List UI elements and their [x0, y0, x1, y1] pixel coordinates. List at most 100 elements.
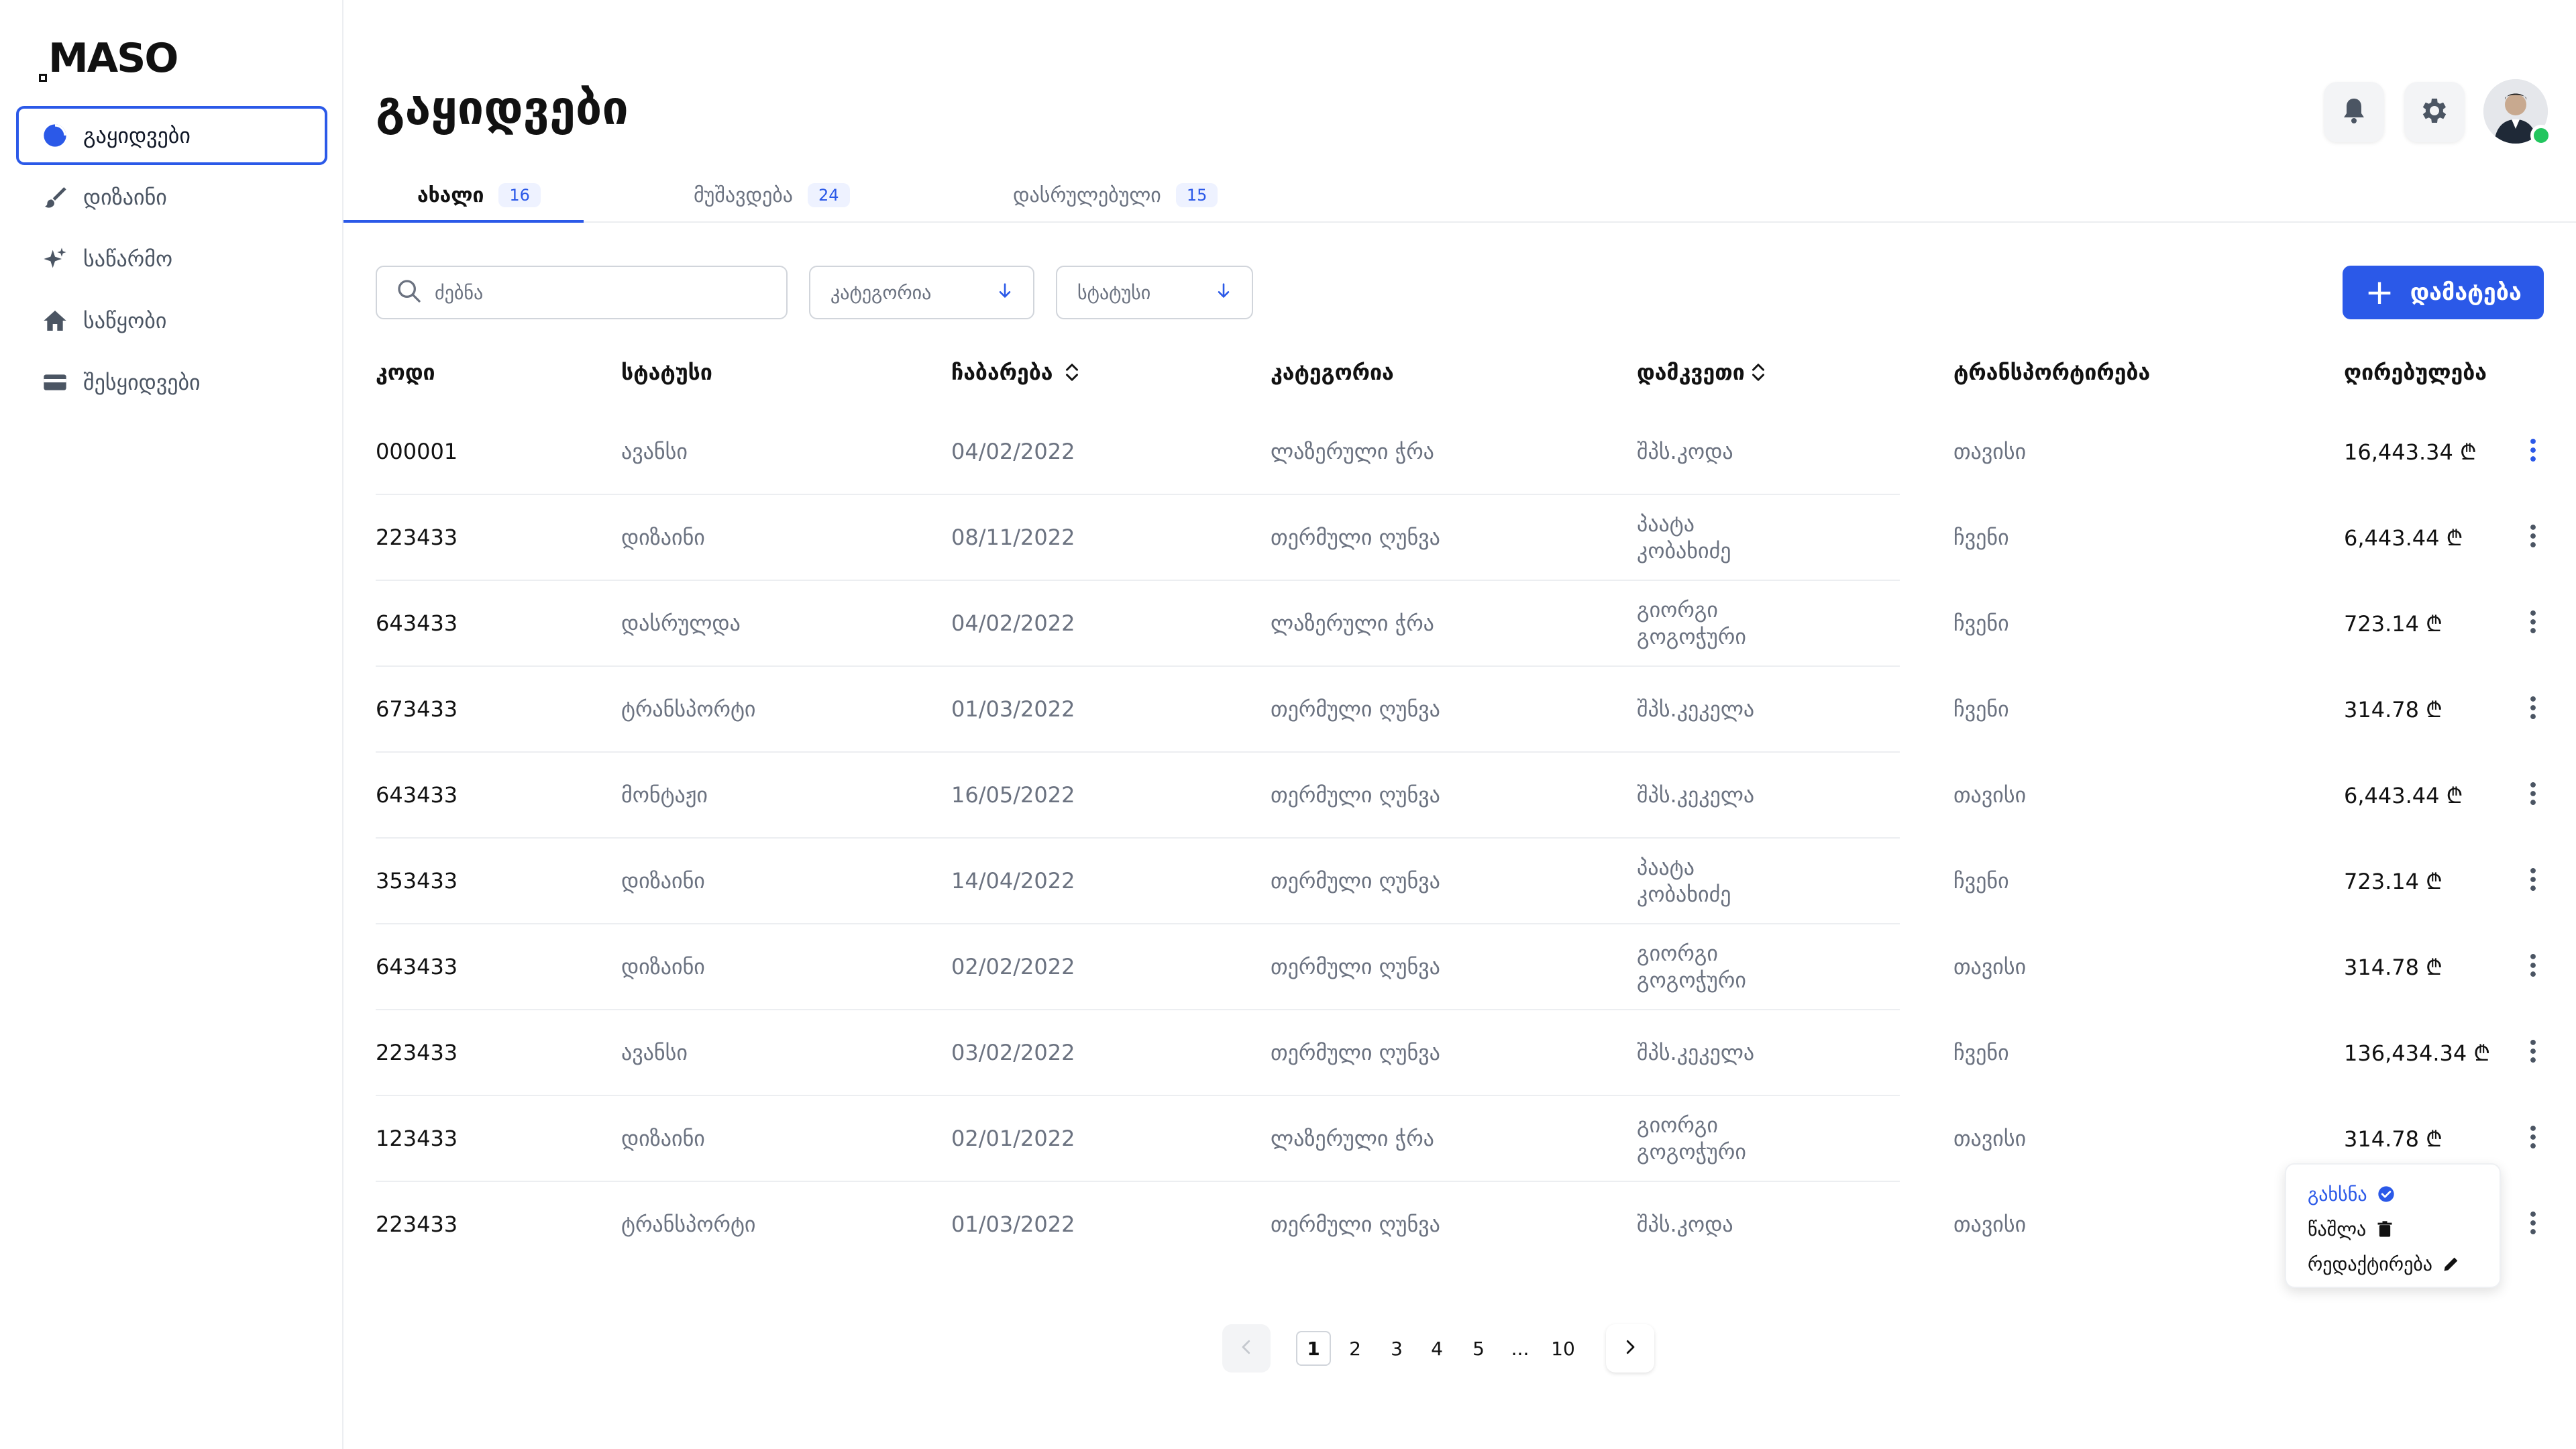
next-page-button[interactable]: [1606, 1324, 1654, 1373]
settings-button[interactable]: [2404, 82, 2465, 142]
row-actions-button[interactable]: [2517, 581, 2549, 665]
table-row[interactable]: 000001 ავანსი 04/02/2022 ლაზერული ჭრა შპს.კო…: [376, 409, 2549, 495]
column-header-transport: ტრანსპორტირება: [1953, 360, 2150, 385]
cell-date: 14/04/2022: [951, 868, 1075, 894]
tab-new[interactable]: ახალი 16: [417, 168, 541, 223]
cell-customer: გიორგი გოგოჭური: [1637, 1112, 1746, 1165]
menu-item-open[interactable]: გახსნა: [2308, 1177, 2500, 1212]
arrow-down-icon: [1214, 281, 1233, 305]
table-row[interactable]: 353433 დიზაინი 14/04/2022 თერმული ღუნვა პაატ…: [376, 839, 2549, 924]
cell-code: 643433: [376, 610, 458, 636]
avatar[interactable]: [2483, 79, 2552, 146]
page-button[interactable]: 2: [1338, 1331, 1373, 1366]
prev-page-button[interactable]: [1222, 1324, 1271, 1373]
table-row[interactable]: 223433 ტრანსპორტი 01/03/2022 თერმული ღუნვა შ…: [376, 1182, 2549, 1268]
cell-customer: პაატა კობახიძე: [1637, 855, 1731, 907]
tab-count-badge: 24: [808, 183, 850, 207]
sidebar-item-production[interactable]: საწარმო: [16, 229, 327, 288]
cell-price: 723.14 ₾: [2344, 868, 2443, 894]
cell-customer: პაატა კობახიძე: [1637, 511, 1731, 564]
logo[interactable]: MASO: [39, 35, 178, 82]
tab-count-badge: 15: [1175, 183, 1218, 207]
table-row[interactable]: 643433 მონტაჟი 16/05/2022 თერმული ღუნვა შპს.…: [376, 753, 2549, 839]
sidebar-item-warehouse[interactable]: საწყობი: [16, 291, 327, 350]
cell-status: ტრანსპორტი: [621, 696, 756, 722]
cell-date: 01/03/2022: [951, 696, 1075, 722]
column-header-customer[interactable]: დამკვეთი: [1637, 360, 1766, 385]
table-row[interactable]: 223433 დიზაინი 08/11/2022 თერმული ღუნვა პაატ…: [376, 495, 2549, 581]
sort-icon[interactable]: [1750, 362, 1766, 382]
cell-date: 02/02/2022: [951, 954, 1075, 979]
row-actions-button[interactable]: [2517, 409, 2549, 494]
tab-completed[interactable]: დასრულებული 15: [1013, 168, 1218, 223]
more-vertical-icon: [2530, 953, 2536, 980]
column-header-status: სტატუსი: [621, 360, 712, 385]
search-box[interactable]: [376, 266, 788, 319]
row-actions-button[interactable]: [2517, 1182, 2549, 1267]
sidebar-item-label: დიზაინი: [83, 184, 167, 210]
page-title: გაყიდვები: [376, 80, 629, 136]
cell-customer: შპს.კოდა: [1637, 1212, 1733, 1237]
category-filter-label: კატეგორია: [830, 281, 932, 304]
cell-price: 136,434.34 ₾: [2344, 1040, 2491, 1066]
cell-category: თერმული ღუნვა: [1271, 525, 1440, 550]
cell-category: თერმული ღუნვა: [1271, 1040, 1440, 1065]
page-button[interactable]: 10: [1543, 1331, 1583, 1366]
table-row[interactable]: 123433 დიზაინი 02/01/2022 ლაზერული ჭრა გიორგ…: [376, 1096, 2549, 1182]
active-tab-indicator: [343, 220, 584, 223]
logo-mark-icon: [39, 74, 47, 82]
cell-price: 314.78 ₾: [2344, 954, 2443, 980]
cell-category: ლაზერული ჭრა: [1271, 610, 1434, 636]
cell-category: თერმული ღუნვა: [1271, 868, 1440, 894]
cell-transport: თავისი: [1953, 782, 2027, 808]
row-actions-button[interactable]: [2517, 1096, 2549, 1181]
row-actions-button[interactable]: [2517, 839, 2549, 923]
row-actions-button[interactable]: [2517, 667, 2549, 751]
table-row[interactable]: 643433 დასრულდა 04/02/2022 ლაზერული ჭრა გიორ…: [376, 581, 2549, 667]
cell-transport: ჩვენი: [1953, 610, 2009, 636]
column-header-label: ტრანსპორტირება: [1953, 360, 2151, 385]
search-input[interactable]: [435, 281, 757, 304]
notifications-button[interactable]: [2324, 82, 2384, 142]
row-actions-button[interactable]: [2517, 753, 2549, 837]
menu-item-edit[interactable]: რედაქტირება: [2308, 1246, 2500, 1281]
page-button[interactable]: 5: [1461, 1331, 1496, 1366]
row-actions-button[interactable]: [2517, 495, 2549, 580]
tab-label: მუშავდება: [694, 183, 794, 207]
more-vertical-icon: [2530, 1211, 2536, 1238]
sidebar-item-purchases[interactable]: შესყიდვები: [16, 353, 327, 412]
sidebar-item-sales[interactable]: გაყიდვები: [16, 106, 327, 165]
sidebar-item-label: გაყიდვები: [83, 123, 191, 148]
cell-transport: ჩვენი: [1953, 696, 2009, 722]
page-button[interactable]: 4: [1419, 1331, 1454, 1366]
table-row[interactable]: 223433 ავანსი 03/02/2022 თერმული ღუნვა შპს.კ…: [376, 1010, 2549, 1096]
add-button[interactable]: + დამატება: [2343, 266, 2544, 319]
menu-item-delete[interactable]: წაშლა: [2308, 1212, 2500, 1246]
status-filter[interactable]: სტატუსი: [1056, 266, 1253, 319]
sidebar-item-design[interactable]: დიზაინი: [16, 168, 327, 227]
row-actions-button[interactable]: [2517, 924, 2549, 1009]
table-row[interactable]: 643433 დიზაინი 02/02/2022 თერმული ღუნვა გიორ…: [376, 924, 2549, 1010]
cell-status: დიზაინი: [621, 954, 705, 979]
column-header-price: ღირებულება: [2344, 360, 2487, 385]
page-button[interactable]: 1: [1296, 1331, 1331, 1366]
category-filter[interactable]: კატეგორია: [809, 266, 1034, 319]
sort-icon[interactable]: [1064, 362, 1080, 382]
page-button[interactable]: 3: [1379, 1331, 1414, 1366]
table-row[interactable]: 673433 ტრანსპორტი 01/03/2022 თერმული ღუნვა შ…: [376, 667, 2549, 753]
column-header-code: კოდი: [376, 360, 435, 385]
sidebar-item-label: საწყობი: [83, 308, 167, 333]
cell-customer: შპს.კოდა: [1637, 439, 1733, 464]
cell-date: 16/05/2022: [951, 782, 1075, 808]
cell-date: 01/03/2022: [951, 1212, 1075, 1237]
chevron-right-icon: [1620, 1337, 1640, 1360]
brush-icon: [40, 182, 70, 212]
cell-transport: ჩვენი: [1953, 525, 2009, 550]
column-header-delivery[interactable]: ჩაბარება: [951, 360, 1080, 385]
more-vertical-icon: [2530, 867, 2536, 894]
row-actions-button[interactable]: [2517, 1010, 2549, 1095]
tab-in-progress[interactable]: მუშავდება 24: [694, 168, 850, 223]
cell-price: 6,443.44 ₾: [2344, 782, 2463, 808]
cell-transport: თავისი: [1953, 954, 2027, 979]
status-filter-label: სტატუსი: [1077, 281, 1151, 304]
